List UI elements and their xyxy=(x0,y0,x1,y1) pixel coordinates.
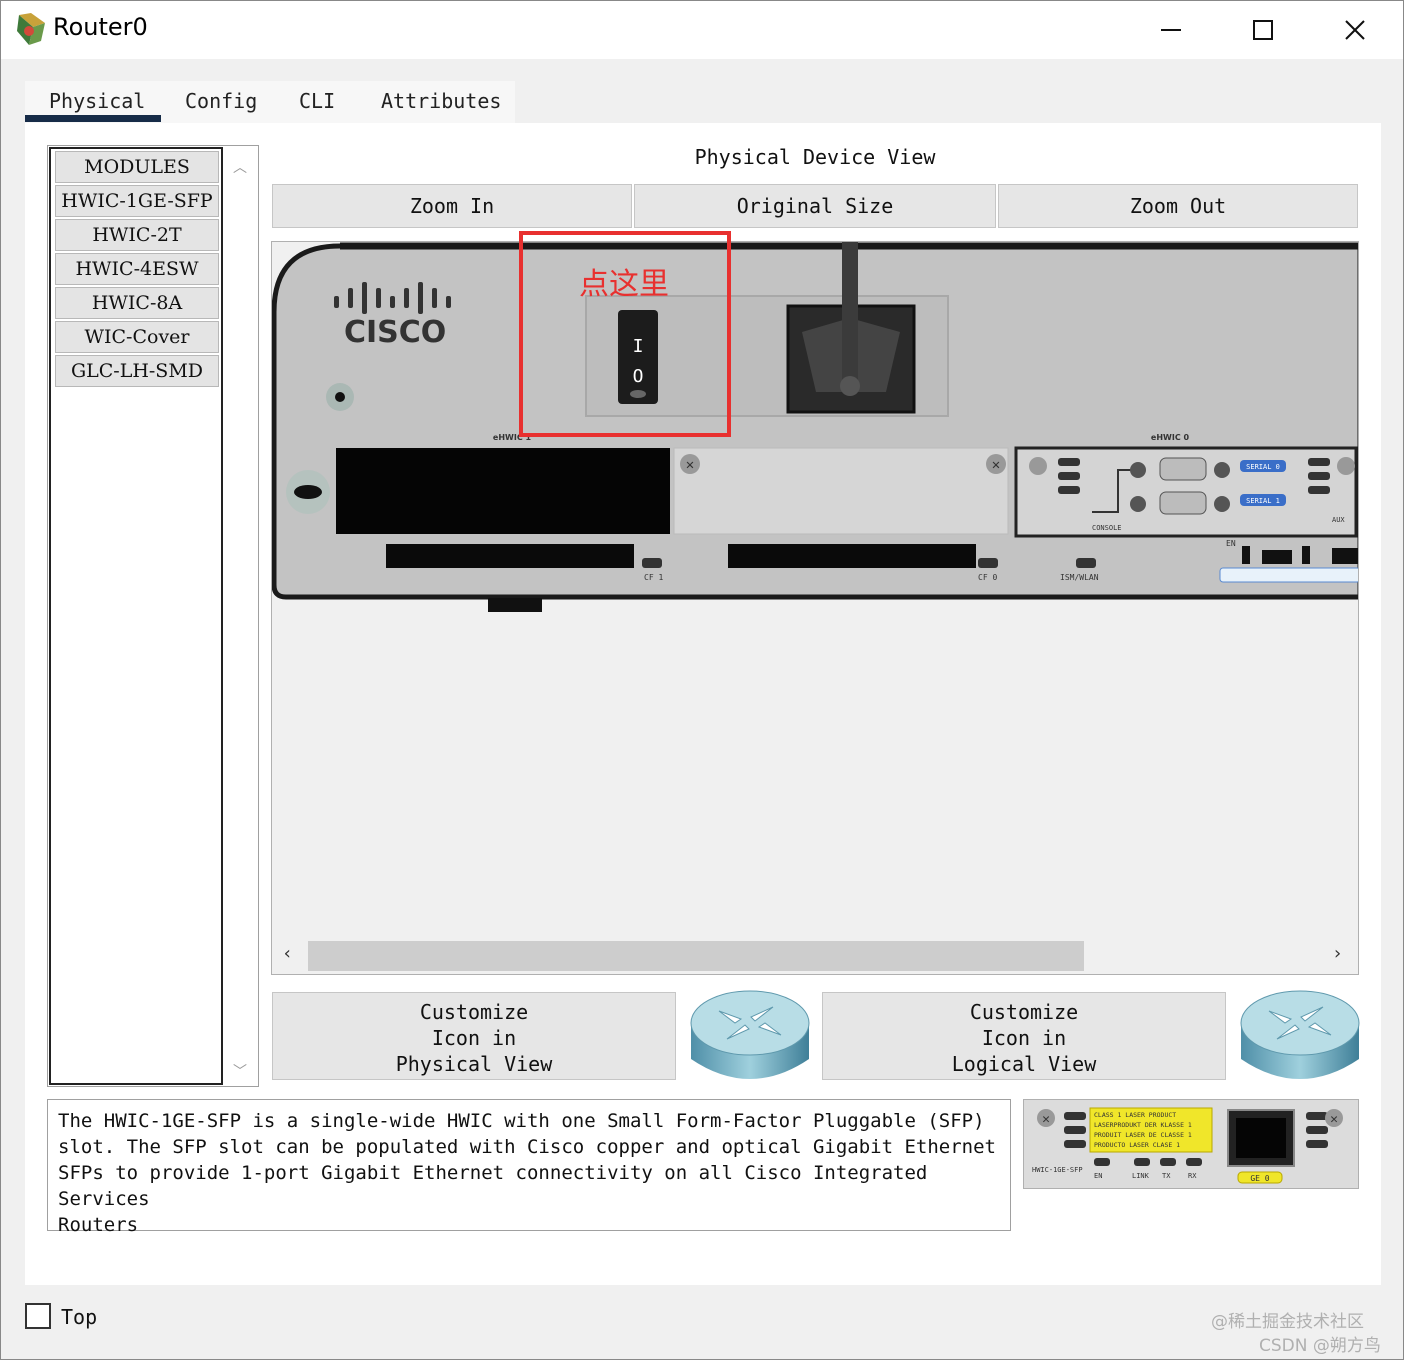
zoom-out-button[interactable]: Zoom Out xyxy=(998,184,1358,228)
device-view-canvas: CISCO I O eHWIC 1 eHWIC 0 ✕ ✕ SERIAL 0 S… xyxy=(271,241,1359,975)
scroll-right-icon[interactable]: › xyxy=(1332,943,1343,964)
module-item-hwic-1ge-sfp[interactable]: HWIC-1GE-SFP xyxy=(55,185,219,217)
svg-text:✕: ✕ xyxy=(992,457,1000,473)
module-list[interactable]: MODULES HWIC-1GE-SFP HWIC-2T HWIC-4ESW H… xyxy=(49,147,223,1085)
laser-warning-line-4: PRODUCTO LASER CLASE 1 xyxy=(1094,1141,1180,1149)
router-chassis: CISCO I O eHWIC 1 eHWIC 0 ✕ ✕ SERIAL 0 S… xyxy=(272,242,1358,612)
module-item-glc-lh-smd[interactable]: GLC-LH-SMD xyxy=(55,355,219,387)
router-physical-icon xyxy=(690,990,810,1079)
hwic-2t-module[interactable]: SERIAL 0 SERIAL 1 CONSOLE AUX xyxy=(1014,446,1358,538)
laser-warning-line-1: CLASS 1 LASER PRODUCT xyxy=(1094,1111,1176,1119)
top-checkbox[interactable] xyxy=(25,1303,51,1329)
module-preview-image: ✕ CLASS 1 LASER PRODUCT LASERPRODUKT DER… xyxy=(1023,1099,1359,1189)
close-button[interactable] xyxy=(1309,1,1401,59)
scroll-up-icon[interactable]: ︿ xyxy=(233,157,247,177)
tab-cli[interactable]: CLI xyxy=(299,89,335,113)
laser-warning-line-2: LASERPRODUKT DER KLASSE 1 xyxy=(1094,1121,1192,1129)
svg-text:✕: ✕ xyxy=(686,457,694,473)
svg-text:✕: ✕ xyxy=(1330,1112,1338,1127)
router-app-icon xyxy=(17,13,45,45)
module-item-hwic-4esw[interactable]: HWIC-4ESW xyxy=(55,253,219,285)
module-description: The HWIC-1GE-SFP is a single-wide HWIC w… xyxy=(47,1099,1011,1236)
original-size-button[interactable]: Original Size xyxy=(634,184,996,228)
customize-physical-line-1: Customize xyxy=(419,1000,529,1024)
serial1-label: SERIAL 1 xyxy=(1246,497,1280,505)
module-item-hwic-2t[interactable]: HWIC-2T xyxy=(55,219,219,251)
title-bar: Router0 xyxy=(1,1,1403,59)
watermark-csdn: CSDN @朔方鸟 xyxy=(1259,1336,1381,1356)
module-item-wic-cover[interactable]: WIC-Cover xyxy=(55,321,219,353)
preview-led-tx: TX xyxy=(1162,1172,1171,1180)
ism-wlan-label: ISM/WLAN xyxy=(1060,573,1099,582)
active-tab-indicator xyxy=(25,115,161,122)
watermark-juejin: @稀土掘金技术社区 xyxy=(1211,1312,1364,1332)
console-port-label: CONSOLE xyxy=(1092,524,1122,532)
customize-physical-icon-button[interactable]: Customize Icon in Physical View xyxy=(272,992,676,1080)
router-logical-icon xyxy=(1240,990,1360,1079)
annotation-label: 点这里 xyxy=(579,267,669,302)
customize-logical-icon-button[interactable]: Customize Icon in Logical View xyxy=(822,992,1226,1080)
cf1-label: CF 1 xyxy=(644,573,663,582)
serial0-label: SERIAL 0 xyxy=(1246,463,1280,471)
en-label: EN xyxy=(1226,539,1236,548)
preview-led-link: LINK xyxy=(1132,1172,1150,1180)
tab-physical[interactable]: Physical xyxy=(49,89,145,113)
physical-device-view-title: Physical Device View xyxy=(694,145,936,169)
device-window: Router0 Physical Config CLI Attributes M… xyxy=(0,0,1404,1360)
module-list-header[interactable]: MODULES xyxy=(55,151,219,183)
minimize-button[interactable] xyxy=(1125,1,1217,59)
tab-config[interactable]: Config xyxy=(185,89,257,113)
svg-text:✕: ✕ xyxy=(1042,1112,1050,1127)
aux-port-label: AUX xyxy=(1332,516,1345,524)
preview-module-name: HWIC-1GE-SFP xyxy=(1032,1166,1083,1174)
customize-physical-line-3: Physical View xyxy=(395,1052,553,1076)
tab-attributes[interactable]: Attributes xyxy=(381,89,501,113)
cf0-label: CF 0 xyxy=(978,573,997,582)
scrollbar-thumb[interactable] xyxy=(308,941,1084,971)
scroll-down-icon[interactable]: ﹀ xyxy=(233,1061,247,1081)
customize-logical-line-3: Logical View xyxy=(951,1052,1097,1076)
window-title: Router0 xyxy=(53,13,148,41)
slot-label-ehwic0: eHWIC 0 xyxy=(1151,433,1190,442)
top-checkbox-label: Top xyxy=(61,1305,98,1329)
scroll-left-icon[interactable]: ‹ xyxy=(282,943,293,964)
horizontal-scrollbar[interactable]: ‹ › xyxy=(272,939,1358,973)
customize-logical-line-2: Icon in xyxy=(981,1026,1067,1050)
zoom-in-button[interactable]: Zoom In xyxy=(272,184,632,228)
preview-port-label: GE 0 xyxy=(1250,1174,1269,1183)
laser-warning-line-3: PRODUIT LASER DE CLASSE 1 xyxy=(1094,1131,1192,1139)
maximize-button[interactable] xyxy=(1217,1,1309,59)
preview-led-rx: RX xyxy=(1188,1172,1197,1180)
module-item-hwic-8a[interactable]: HWIC-8A xyxy=(55,287,219,319)
customize-logical-line-1: Customize xyxy=(969,1000,1079,1024)
cisco-brand-label: CISCO xyxy=(344,315,446,350)
preview-led-en: EN xyxy=(1094,1172,1102,1180)
customize-physical-line-2: Icon in xyxy=(431,1026,517,1050)
